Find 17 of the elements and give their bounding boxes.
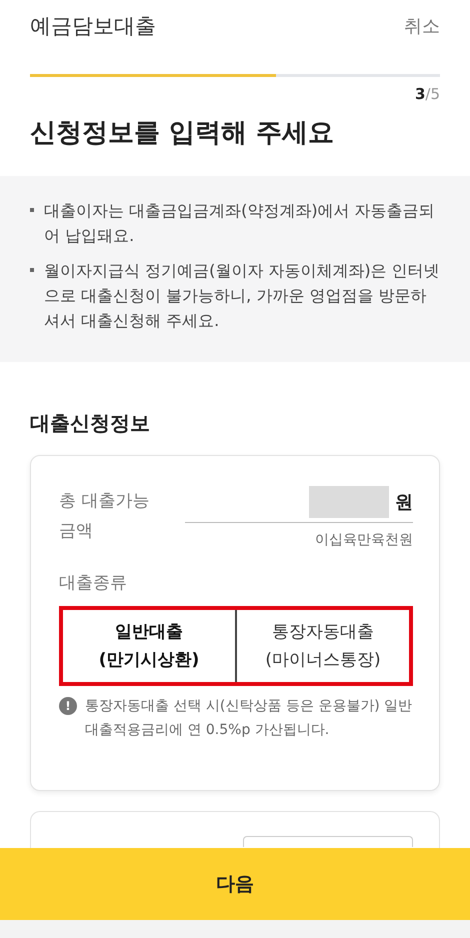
info-icon: ! [59, 697, 77, 715]
bullet-icon [30, 208, 34, 212]
notice-text: 대출이자는 대출금입금계좌(약정계좌)에서 자동출금되어 납입돼요. [44, 200, 436, 247]
note-text: 통장자동대출 선택 시(신탁상품 등은 운용불가) 일반대출적용금리에 연 0.5%p 가산됩니다. [85, 697, 413, 740]
next-button[interactable]: 다음 [0, 848, 470, 920]
amount-field[interactable]: 원 [185, 486, 413, 523]
notice-text: 월이자지급식 정기예금(월이자 자동이체계좌)은 인터넷으로 대출신청이 불가능하니, 가까운 영업점을 방문하셔서 대출신청해 주세요. [44, 260, 440, 332]
field-label: 대출종류 [59, 572, 128, 594]
cancel-link[interactable]: 취소 [404, 14, 440, 50]
amount-in-words: 이십육만육천원 [315, 531, 413, 549]
step-counter: 3/5 [414, 85, 440, 103]
page-title: 예금담보대출 [30, 13, 156, 40]
page-heading: 신청정보를 입력해 주세요 [29, 117, 336, 150]
section-title: 대출신청정보 [29, 410, 151, 437]
bullet-icon [30, 268, 34, 272]
input-field[interactable] [243, 836, 413, 847]
field-label: 총 대출가능 금액 [59, 490, 150, 543]
